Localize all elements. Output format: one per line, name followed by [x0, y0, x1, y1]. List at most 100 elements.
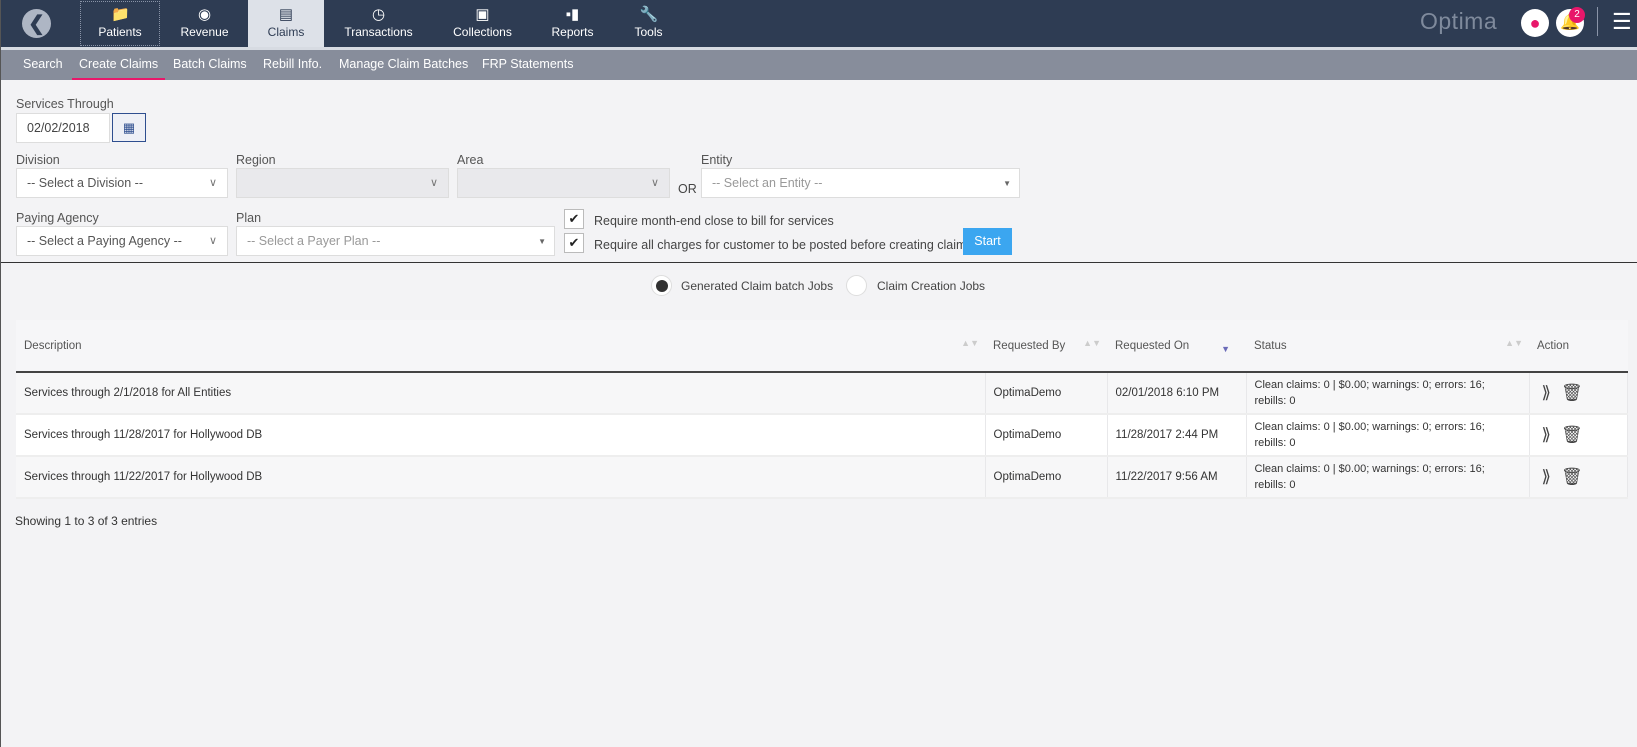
caret-down-icon: ▼	[1003, 179, 1011, 188]
subnav-manage-claim-batches[interactable]: Manage Claim Batches	[339, 50, 468, 80]
patients-folder-icon: 📁	[111, 6, 130, 23]
reports-chart-icon: ▪▮	[565, 6, 580, 23]
month-end-checkbox[interactable]: ✔	[564, 209, 584, 229]
division-value: -- Select a Division --	[27, 176, 143, 190]
plan-select[interactable]: -- Select a Payer Plan -- ▼	[236, 226, 555, 256]
cell-status: Clean claims: 0 | $0.00; warnings: 0; er…	[1246, 372, 1530, 415]
radio-label: Claim Creation Jobs	[877, 279, 986, 293]
chevron-down-icon: ∨	[208, 235, 217, 247]
cell-description: Services through 11/22/2017 for Hollywoo…	[16, 456, 986, 499]
collections-icon: ▣	[475, 6, 490, 23]
calendar-button[interactable]: ▦	[112, 113, 146, 142]
calendar-icon: ▦	[122, 120, 136, 135]
table-row: Services through 11/28/2017 for Hollywoo…	[16, 414, 1628, 457]
entries-info: Showing 1 to 3 of 3 entries	[15, 514, 158, 528]
chevron-down-icon: ∨	[650, 177, 659, 189]
cell-action: ⟫ 🗑	[1529, 456, 1628, 499]
plan-value: -- Select a Payer Plan --	[247, 234, 381, 248]
subnav-create-claims[interactable]: Create Claims	[72, 50, 166, 80]
header-label: Requested On	[1115, 339, 1190, 352]
division-label: Division	[16, 153, 60, 167]
cell-requested-by: OptimaDemo	[985, 372, 1108, 415]
or-label: OR	[678, 182, 697, 196]
subnav-batch-claims[interactable]: Batch Claims	[173, 50, 247, 80]
radio-generated-claim-batch-jobs[interactable]	[651, 275, 672, 296]
hamburger-menu-icon[interactable]: ☰	[1612, 10, 1632, 34]
divider	[1597, 7, 1598, 36]
nav-label: Revenue	[180, 25, 229, 39]
cell-action: ⟫ 🗑	[1529, 372, 1628, 415]
cell-requested-by: OptimaDemo	[985, 456, 1108, 499]
paying-agency-label: Paying Agency	[16, 211, 99, 225]
paying-agency-select[interactable]: -- Select a Paying Agency -- ∨	[16, 226, 228, 256]
back-button[interactable]: ❮	[22, 9, 51, 38]
cell-requested-by: OptimaDemo	[985, 414, 1108, 457]
charges-posted-checkbox[interactable]: ✔	[564, 233, 584, 253]
region-label: Region	[236, 153, 276, 167]
nav-label: Tools	[634, 25, 663, 39]
services-through-label: Services Through	[16, 97, 114, 111]
status-line: rebills: 0	[1254, 395, 1296, 407]
trash-icon[interactable]: 🗑	[1561, 467, 1583, 486]
region-select[interactable]: ∨	[236, 168, 449, 198]
plan-label: Plan	[236, 211, 262, 225]
header-action: Action	[1529, 320, 1628, 373]
nav-reports[interactable]: ▪▮ Reports	[532, 0, 613, 47]
paying-agency-value: -- Select a Paying Agency --	[27, 234, 182, 248]
start-button[interactable]: Start	[963, 228, 1012, 255]
charges-posted-label: Require all charges for customer to be p…	[594, 238, 967, 252]
header-requested-by[interactable]: Requested By ▲▼	[985, 320, 1107, 373]
cell-status: Clean claims: 0 | $0.00; warnings: 0; er…	[1246, 456, 1530, 499]
nav-revenue[interactable]: ◉ Revenue	[161, 0, 248, 47]
status-line: Clean claims: 0 | $0.00; warnings: 0; er…	[1254, 379, 1485, 391]
area-select[interactable]: ∨	[457, 168, 670, 198]
subnav-rebill-info[interactable]: Rebill Info.	[263, 50, 322, 80]
header-status[interactable]: Status ▲▼	[1246, 320, 1529, 373]
header-description[interactable]: Description ▲▼	[16, 320, 985, 373]
nav-tools[interactable]: 🔧 Tools	[613, 0, 684, 47]
division-select[interactable]: -- Select a Division -- ∨	[16, 168, 228, 198]
nav-label: Collections	[453, 25, 512, 39]
entity-label: Entity	[701, 153, 733, 167]
radio-claim-creation-jobs[interactable]	[846, 275, 867, 296]
subnav-search[interactable]: Search	[23, 50, 63, 80]
table-row: Services through 11/22/2017 for Hollywoo…	[16, 456, 1628, 499]
sort-icon: ▲▼	[1505, 338, 1523, 348]
status-line: rebills: 0	[1254, 437, 1296, 449]
cell-action: ⟫ 🗑	[1529, 414, 1628, 457]
trash-icon[interactable]: 🗑	[1561, 383, 1583, 402]
wrench-icon: 🔧	[639, 6, 659, 23]
claim-jobs-table: Description ▲▼ Requested By ▲▼ Requested O…	[16, 320, 1628, 499]
user-avatar-icon[interactable]: ●	[1521, 9, 1549, 37]
chevron-down-icon: ∨	[208, 177, 217, 189]
area-label: Area	[457, 153, 484, 167]
nav-patients[interactable]: 📁 Patients	[79, 0, 161, 47]
status-line: rebills: 0	[1254, 479, 1296, 491]
open-chevron-icon[interactable]: ⟫	[1542, 425, 1551, 444]
trash-icon[interactable]: 🗑	[1561, 425, 1583, 444]
status-line: Clean claims: 0 | $0.00; warnings: 0; er…	[1254, 463, 1485, 475]
claims-tray-icon: ▤	[278, 6, 294, 23]
radio-label: Generated Claim batch Jobs	[681, 279, 834, 293]
sort-icon: ▲▼	[1083, 338, 1101, 348]
open-chevron-icon[interactable]: ⟫	[1542, 467, 1551, 486]
cell-description: Services through 11/28/2017 for Hollywoo…	[16, 414, 986, 457]
month-end-label: Require month-end close to bill for serv…	[594, 214, 834, 228]
sub-nav: Search Create Claims Batch Claims Rebill…	[1, 47, 1637, 80]
nav-transactions[interactable]: ◷ Transactions	[324, 0, 433, 47]
header-requested-on[interactable]: Requested On ▼	[1107, 320, 1246, 373]
open-chevron-icon[interactable]: ⟫	[1542, 383, 1551, 402]
nav-claims[interactable]: ▤ Claims	[248, 0, 324, 47]
nav-label: Reports	[551, 25, 594, 39]
entity-select[interactable]: -- Select an Entity -- ▼	[701, 168, 1020, 198]
brand-logo: Optima	[1420, 8, 1498, 34]
caret-down-icon: ▼	[538, 237, 546, 246]
table-row: Services through 2/1/2018 for All Entiti…	[16, 372, 1628, 415]
divider	[1, 262, 1637, 263]
subnav-frp-statements[interactable]: FRP Statements	[482, 50, 573, 80]
nav-collections[interactable]: ▣ Collections	[433, 0, 532, 47]
cell-requested-on: 11/22/2017 9:56 AM	[1107, 456, 1247, 499]
services-through-input[interactable]: 02/02/2018	[16, 113, 110, 143]
notification-badge: 2	[1569, 7, 1585, 23]
cell-requested-on: 02/01/2018 6:10 PM	[1107, 372, 1247, 415]
